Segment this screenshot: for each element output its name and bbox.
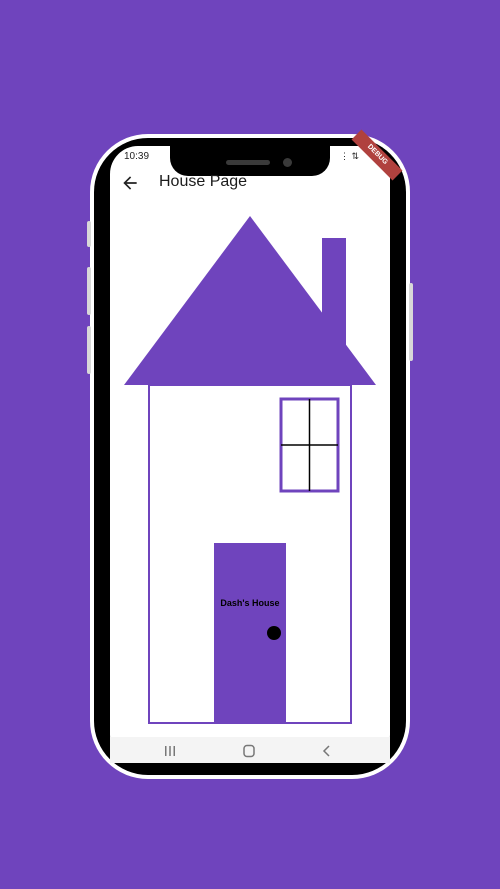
door-label: Dash's House bbox=[220, 598, 280, 608]
house-chimney bbox=[322, 238, 346, 348]
page: 10:39 ⋮ ⇅ DEBUG House Page Dash's House bbox=[0, 0, 500, 889]
door-knob bbox=[267, 626, 281, 640]
recents-icon[interactable] bbox=[160, 743, 180, 759]
nav-back-icon[interactable] bbox=[317, 743, 337, 759]
home-icon[interactable] bbox=[239, 743, 259, 759]
